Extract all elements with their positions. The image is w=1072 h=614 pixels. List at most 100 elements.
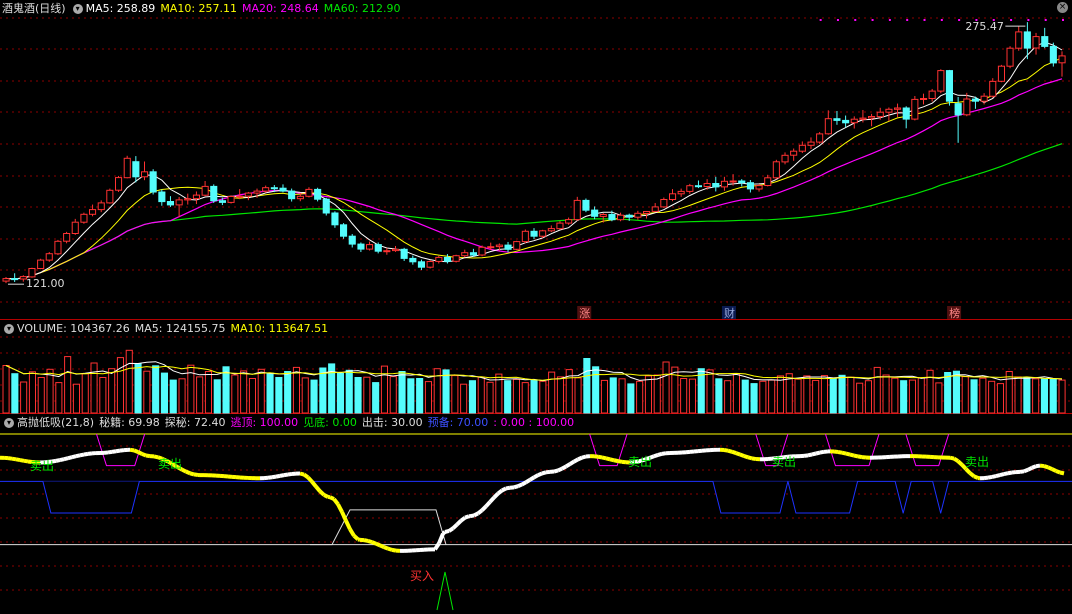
candle bbox=[175, 199, 183, 206]
volume-bar bbox=[600, 379, 609, 414]
candle bbox=[314, 188, 322, 200]
miji-segment bbox=[141, 452, 147, 458]
miji-segment bbox=[533, 473, 539, 480]
candle bbox=[885, 108, 893, 113]
volume-bar bbox=[732, 373, 741, 414]
volume-bar bbox=[530, 379, 538, 414]
candle bbox=[357, 243, 365, 250]
candle bbox=[971, 98, 980, 102]
candle bbox=[383, 250, 391, 253]
miji-segment bbox=[352, 534, 360, 541]
chuji-label: 出击: 30.00 bbox=[361, 416, 423, 429]
miji-segment bbox=[336, 503, 344, 513]
volume-bar bbox=[160, 372, 168, 414]
candle bbox=[11, 278, 19, 281]
volume-bar bbox=[820, 375, 829, 414]
miji-segment bbox=[129, 447, 135, 453]
candle bbox=[686, 185, 694, 192]
close-icon[interactable]: × bbox=[1057, 2, 1068, 13]
volume-bar bbox=[627, 383, 635, 414]
main-chart-header: 酒鬼酒(日线) ▾ MA5: 258.89 MA10: 257.11 MA20: 248… bbox=[2, 1, 405, 17]
candle bbox=[617, 214, 625, 221]
volume-bar bbox=[72, 383, 81, 414]
volume-bar bbox=[46, 368, 54, 414]
chevron-down-icon[interactable]: ▾ bbox=[4, 418, 14, 428]
volume-bar bbox=[935, 382, 943, 414]
volume-bar bbox=[257, 368, 265, 414]
sell-signal: 卖出 bbox=[158, 457, 182, 471]
volume-bar bbox=[222, 366, 230, 414]
volume-bar bbox=[1040, 378, 1049, 414]
ma20-label: MA20: 248.64 bbox=[242, 2, 319, 15]
candle bbox=[920, 98, 928, 100]
volume-bar bbox=[812, 379, 820, 414]
volume-bar bbox=[891, 377, 899, 414]
tanmi-label: 探秘: 72.40 bbox=[164, 416, 226, 429]
chevron-down-icon[interactable]: ▾ bbox=[72, 4, 83, 14]
candle bbox=[997, 65, 1006, 82]
miji-segment bbox=[605, 456, 611, 462]
candle bbox=[1058, 55, 1066, 64]
miji-segment bbox=[1007, 470, 1013, 476]
candle bbox=[928, 90, 936, 99]
candle bbox=[71, 221, 79, 234]
volume-bar bbox=[952, 370, 961, 414]
miji-segment bbox=[379, 543, 385, 549]
miji-segment bbox=[492, 492, 500, 499]
miji-segment bbox=[968, 471, 976, 478]
miji-segment bbox=[7, 456, 13, 461]
candle bbox=[37, 259, 45, 270]
volume-bar bbox=[609, 377, 617, 414]
event-marker: 榜 bbox=[949, 306, 960, 320]
candle bbox=[80, 213, 88, 223]
volume-bar bbox=[512, 378, 521, 414]
miji-segment bbox=[541, 470, 547, 476]
volume-bar bbox=[389, 376, 397, 414]
indicator-title: 高抛低吸(21,8) bbox=[17, 416, 95, 429]
volume-bar bbox=[336, 372, 344, 414]
candle bbox=[790, 150, 798, 156]
volume-bar bbox=[407, 378, 415, 414]
miji-segment bbox=[185, 469, 191, 476]
miji-segment bbox=[473, 511, 479, 518]
candle bbox=[478, 246, 486, 256]
top-dot bbox=[1044, 19, 1047, 21]
volume-bar bbox=[776, 375, 785, 414]
candle bbox=[227, 196, 235, 203]
miji-segment bbox=[811, 451, 817, 457]
volume-bar bbox=[759, 380, 767, 414]
volume-bar bbox=[847, 376, 855, 414]
miji-segment bbox=[340, 511, 348, 522]
chevron-down-icon[interactable]: ▾ bbox=[4, 324, 14, 334]
candle bbox=[859, 117, 867, 120]
miji-segment bbox=[837, 450, 843, 455]
volume-bar bbox=[275, 377, 283, 414]
volume-bar bbox=[416, 378, 424, 414]
miji-segment bbox=[1027, 465, 1033, 472]
candle bbox=[348, 235, 356, 245]
candle bbox=[123, 157, 131, 179]
volume-bar bbox=[908, 379, 917, 414]
miji-segment bbox=[59, 457, 65, 463]
miji-segment bbox=[111, 449, 117, 454]
miji-segment bbox=[661, 451, 667, 456]
miji-segment bbox=[853, 453, 859, 459]
volume-bar bbox=[143, 370, 151, 414]
miji-segment bbox=[83, 451, 89, 457]
miji-segment bbox=[447, 526, 455, 533]
volume-bar bbox=[961, 376, 969, 414]
miji-segment bbox=[581, 454, 587, 460]
volume-bar bbox=[794, 378, 802, 414]
volume-bar bbox=[873, 366, 881, 414]
miji-segment bbox=[952, 456, 960, 463]
volume-bar bbox=[152, 365, 160, 414]
candle bbox=[963, 98, 971, 116]
candle bbox=[573, 199, 581, 221]
volume-bar bbox=[460, 383, 468, 414]
candle bbox=[772, 161, 780, 179]
miji-segment bbox=[517, 482, 523, 489]
miji-segment bbox=[387, 546, 393, 552]
event-marker: 涨 bbox=[579, 307, 590, 320]
ma10-line bbox=[5, 56, 1063, 280]
volume-bar bbox=[864, 380, 873, 414]
